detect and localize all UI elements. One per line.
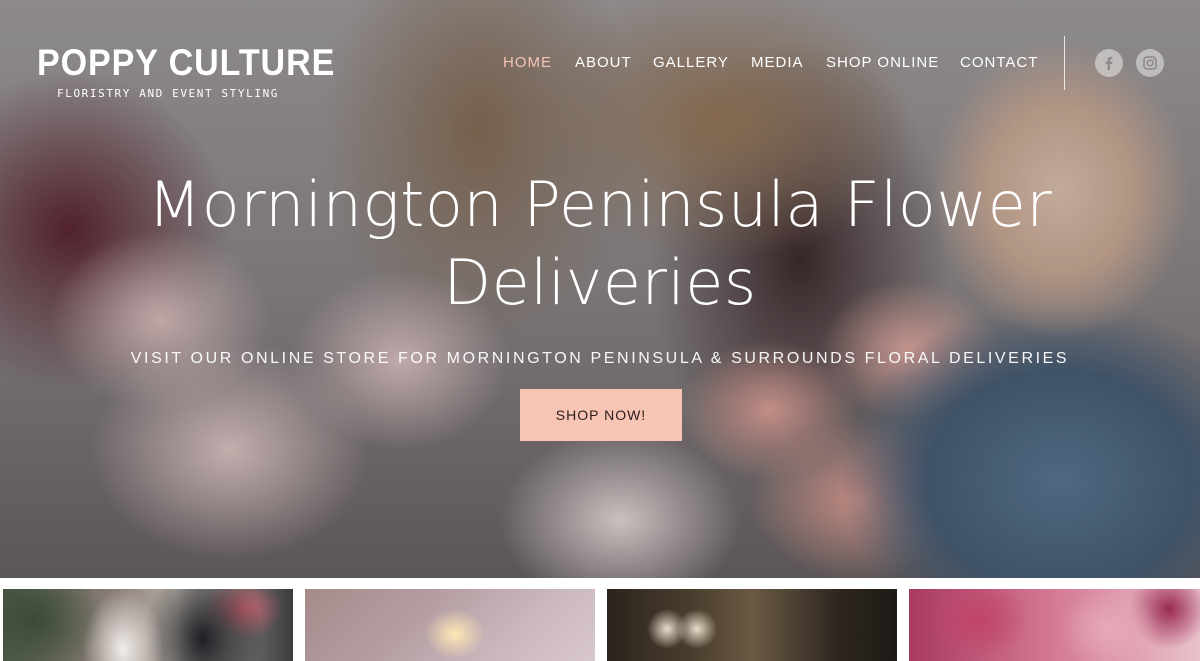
nav-media[interactable]: MEDIA xyxy=(751,54,804,72)
site-logo[interactable]: POPPY CULTURE FLORISTRY AND EVENT STYLIN… xyxy=(37,42,361,101)
nav-contact[interactable]: CONTACT xyxy=(960,54,1038,72)
nav-gallery[interactable]: GALLERY xyxy=(653,54,729,72)
facebook-glyph xyxy=(1105,56,1113,70)
hero-headline: Mornington Peninsula Flower Deliveries xyxy=(100,166,1100,322)
nav-home[interactable]: HOME xyxy=(503,54,552,72)
nav-shop-online[interactable]: SHOP ONLINE xyxy=(826,54,939,72)
nav-divider xyxy=(1064,36,1065,90)
headline-line-1: Mornington Peninsula Flower xyxy=(147,168,1053,241)
shop-now-button[interactable]: SHOP NOW! xyxy=(520,389,682,441)
hero-subline: VISIT OUR ONLINE STORE FOR MORNINGTON PE… xyxy=(130,350,1070,367)
nav-about[interactable]: ABOUT xyxy=(575,54,632,72)
logo-title: POPPY CULTURE xyxy=(37,42,336,83)
gallery-thumb-lights[interactable] xyxy=(305,589,595,661)
hero-banner: POPPY CULTURE FLORISTRY AND EVENT STYLIN… xyxy=(0,0,1200,578)
gallery-thumb-wedding[interactable] xyxy=(3,589,293,661)
gallery-strip xyxy=(0,589,1200,661)
instagram-icon[interactable] xyxy=(1136,49,1164,77)
facebook-icon[interactable] xyxy=(1095,49,1123,77)
headline-line-2: Deliveries xyxy=(443,246,757,319)
logo-subtitle: FLORISTRY AND EVENT STYLING xyxy=(57,87,280,100)
gallery-thumb-table[interactable] xyxy=(607,589,897,661)
gallery-thumb-flowers[interactable] xyxy=(909,589,1200,661)
instagram-glyph xyxy=(1143,56,1157,70)
